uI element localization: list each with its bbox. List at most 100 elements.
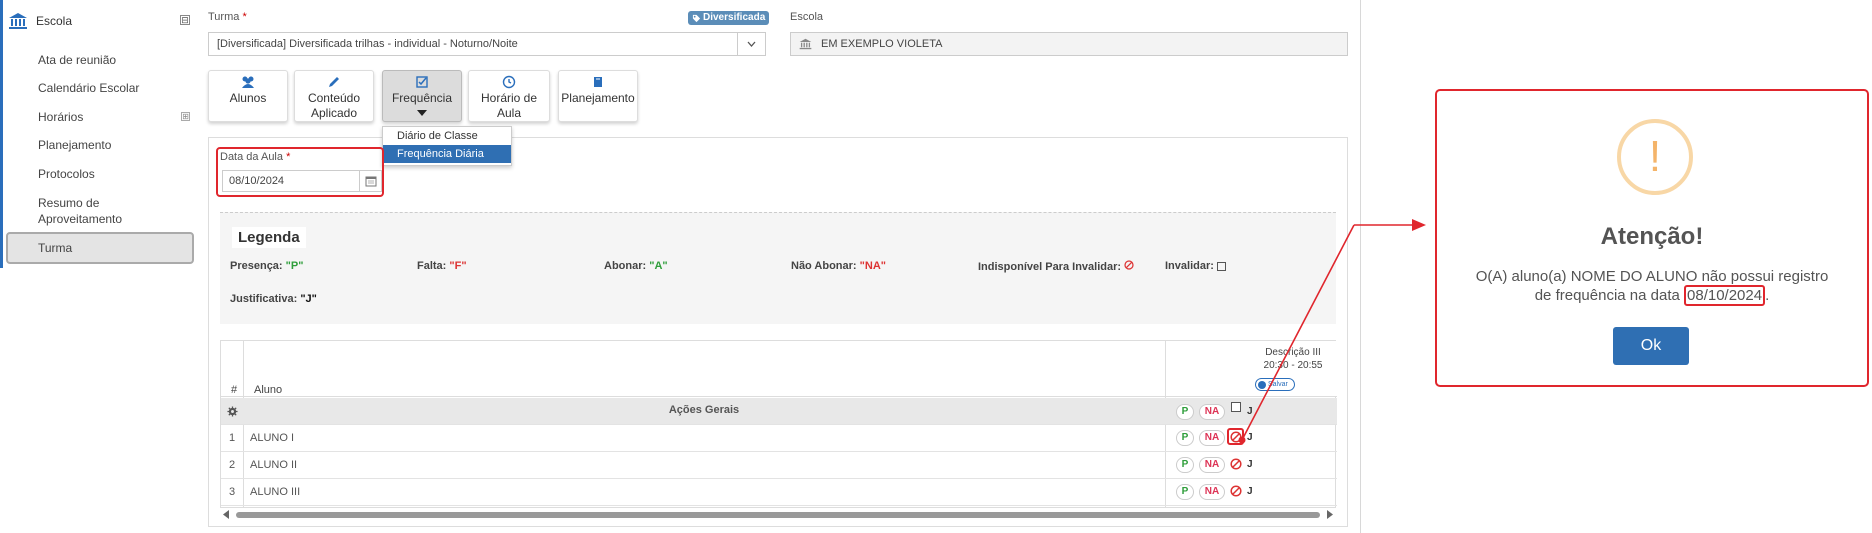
sidebar-item-resumo-de-aproveitamento[interactable]: Resumo de Aproveitamento xyxy=(38,195,148,227)
legend-indisponivel-label: Indisponível Para Invalidar: xyxy=(978,261,1122,273)
invalidate-all-checkbox[interactable] xyxy=(1231,402,1241,412)
data-da-aula-input[interactable]: 08/10/2024 xyxy=(222,170,382,192)
present-button[interactable]: P xyxy=(1176,430,1194,446)
present-button[interactable]: P xyxy=(1176,457,1194,473)
ban-icon xyxy=(1124,260,1134,270)
row-number: 2 xyxy=(229,459,236,471)
legend-nao-abonar: Não Abonar: "NA" xyxy=(791,260,886,272)
pencil-icon xyxy=(329,77,339,87)
chevron-left-icon[interactable] xyxy=(222,510,230,519)
legend-title: Legenda xyxy=(232,227,306,248)
nao-abonar-button[interactable]: NA xyxy=(1199,430,1225,446)
tab-planejamento[interactable]: Planejamento xyxy=(558,70,638,122)
ok-button[interactable]: Ok xyxy=(1613,327,1689,365)
bank-icon xyxy=(799,38,812,50)
legend-invalidar-label: Invalidar: xyxy=(1165,260,1214,272)
users-icon xyxy=(242,76,254,88)
modal-message: O(A) aluno(a) NOME DO ALUNO não possui r… xyxy=(1467,267,1837,306)
scrollbar-thumb[interactable] xyxy=(236,512,1320,518)
chevron-down-icon[interactable] xyxy=(737,33,765,55)
sidebar-item-protocolos[interactable]: Protocolos xyxy=(38,166,95,182)
sidebar-accent-bar xyxy=(0,0,3,268)
frequencia-dropdown-menu: Diário de Classe Frequência Diária xyxy=(382,126,512,166)
col-header-descricao: Descrição III xyxy=(1265,347,1321,358)
ban-icon[interactable] xyxy=(1230,431,1242,443)
checkbox-icon xyxy=(1216,261,1226,271)
tab-planejamento-label: Planejamento xyxy=(561,91,635,105)
tab-conteudo-aplicado[interactable]: Conteúdo Aplicado xyxy=(294,70,374,122)
table-row: 1 ALUNO I P NA J xyxy=(221,425,1337,452)
salvar-toggle[interactable]: Salvar xyxy=(1255,378,1295,391)
legend-abonar-label: Abonar: xyxy=(604,260,647,272)
table-row-acoes-gerais: Ações Gerais P NA J xyxy=(221,398,1337,425)
nao-abonar-button[interactable]: NA xyxy=(1199,457,1225,473)
sidebar-item-horarios[interactable]: Horários xyxy=(38,109,83,125)
ban-icon[interactable] xyxy=(1230,485,1242,497)
sidebar-item-ata-de-reuniao[interactable]: Ata de reunião xyxy=(38,52,116,68)
warning-icon: ! xyxy=(1617,119,1693,195)
modal-title: Atenção! xyxy=(1600,223,1704,250)
present-button[interactable]: P xyxy=(1176,484,1194,500)
modal-message-end: . xyxy=(1765,287,1770,304)
sidebar-item-calendario-escolar[interactable]: Calendário Escolar xyxy=(38,80,139,96)
attention-modal: ! Atenção! O(A) aluno(a) NOME DO ALUNO n… xyxy=(1435,89,1869,387)
sidebar-header[interactable]: Escola ⊟ xyxy=(8,10,192,32)
col-header-num: # xyxy=(231,384,238,396)
row-number: 1 xyxy=(229,432,236,444)
menu-item-diario-de-classe[interactable]: Diário de Classe xyxy=(383,127,511,145)
mark-all-na-button[interactable]: NA xyxy=(1199,404,1225,420)
collapse-icon[interactable]: ⊟ xyxy=(180,15,190,25)
tab-conteudo-label-2: Aplicado xyxy=(310,106,358,120)
gear-icon[interactable] xyxy=(227,406,238,417)
escola-value: EM EXEMPLO VIOLETA xyxy=(821,38,943,50)
expand-icon[interactable]: ⊞ xyxy=(181,112,190,121)
legend-presenca: Presença: "P" xyxy=(230,260,303,272)
legend-justificativa-code: "J" xyxy=(300,293,317,305)
modal-message-text: O(A) aluno(a) NOME DO ALUNO não possui r… xyxy=(1475,268,1829,304)
row-student-name: ALUNO I xyxy=(250,432,295,444)
table-row: 3 ALUNO III P NA J xyxy=(221,479,1337,506)
tab-frequencia[interactable]: Frequência xyxy=(382,70,462,122)
sidebar-item-planejamento[interactable]: Planejamento xyxy=(38,137,111,153)
sidebar-item-turma[interactable]: Turma xyxy=(38,240,72,256)
justify-button[interactable]: J xyxy=(1247,459,1253,470)
diversificada-badge: Diversificada xyxy=(688,11,770,25)
toggle-knob xyxy=(1258,381,1266,389)
required-mark: * xyxy=(242,11,247,23)
legend-abonar-code: "A" xyxy=(649,260,668,272)
data-da-aula-label-text: Data da Aula xyxy=(220,151,283,163)
legend-presenca-code: "P" xyxy=(285,260,304,272)
data-da-aula-label: Data da Aula * xyxy=(220,151,290,163)
turma-select[interactable]: [Diversificada] Diversificada trilhas - … xyxy=(208,32,766,56)
bank-icon xyxy=(9,13,27,29)
tab-alunos-label: Alunos xyxy=(229,91,267,105)
legend-nao-abonar-label: Não Abonar: xyxy=(791,260,857,272)
main-panel: Turma * Diversificada [Diversificada] Di… xyxy=(198,0,1361,533)
justify-button[interactable]: J xyxy=(1247,432,1253,443)
col-header-aluno: Aluno xyxy=(254,384,283,396)
justify-all-button[interactable]: J xyxy=(1247,406,1253,417)
legend-justificativa-label: Justificativa: xyxy=(230,293,298,305)
calendar-icon[interactable] xyxy=(359,171,381,191)
mark-all-present-button[interactable]: P xyxy=(1176,404,1194,420)
legend-falta-code: "F" xyxy=(449,260,467,272)
nao-abonar-button[interactable]: NA xyxy=(1199,484,1225,500)
escola-field: EM EXEMPLO VIOLETA xyxy=(790,32,1348,56)
salvar-toggle-label: Salvar xyxy=(1268,381,1288,388)
tab-horario-de-aula[interactable]: Horário de Aula xyxy=(468,70,550,122)
horizontal-scrollbar[interactable] xyxy=(220,507,1336,521)
turma-label: Turma * xyxy=(208,11,247,23)
legend-presenca-label: Presença: xyxy=(230,260,283,272)
clock-icon xyxy=(502,75,516,89)
tab-alunos[interactable]: Alunos xyxy=(208,70,288,122)
turma-label-text: Turma xyxy=(208,11,240,23)
row-number: 3 xyxy=(229,486,236,498)
chevron-right-icon[interactable] xyxy=(1326,510,1334,519)
menu-item-frequencia-diaria[interactable]: Frequência Diária xyxy=(383,145,511,163)
ban-icon[interactable] xyxy=(1230,458,1242,470)
data-da-aula-value: 08/10/2024 xyxy=(229,175,285,187)
tab-horario-label-1: Horário de xyxy=(480,91,538,105)
justify-button[interactable]: J xyxy=(1247,486,1253,497)
frequencia-table: # Aluno Descrição III 20:30 - 20:55 Salv… xyxy=(220,340,1337,508)
tab-frequencia-label: Frequência xyxy=(391,91,453,105)
